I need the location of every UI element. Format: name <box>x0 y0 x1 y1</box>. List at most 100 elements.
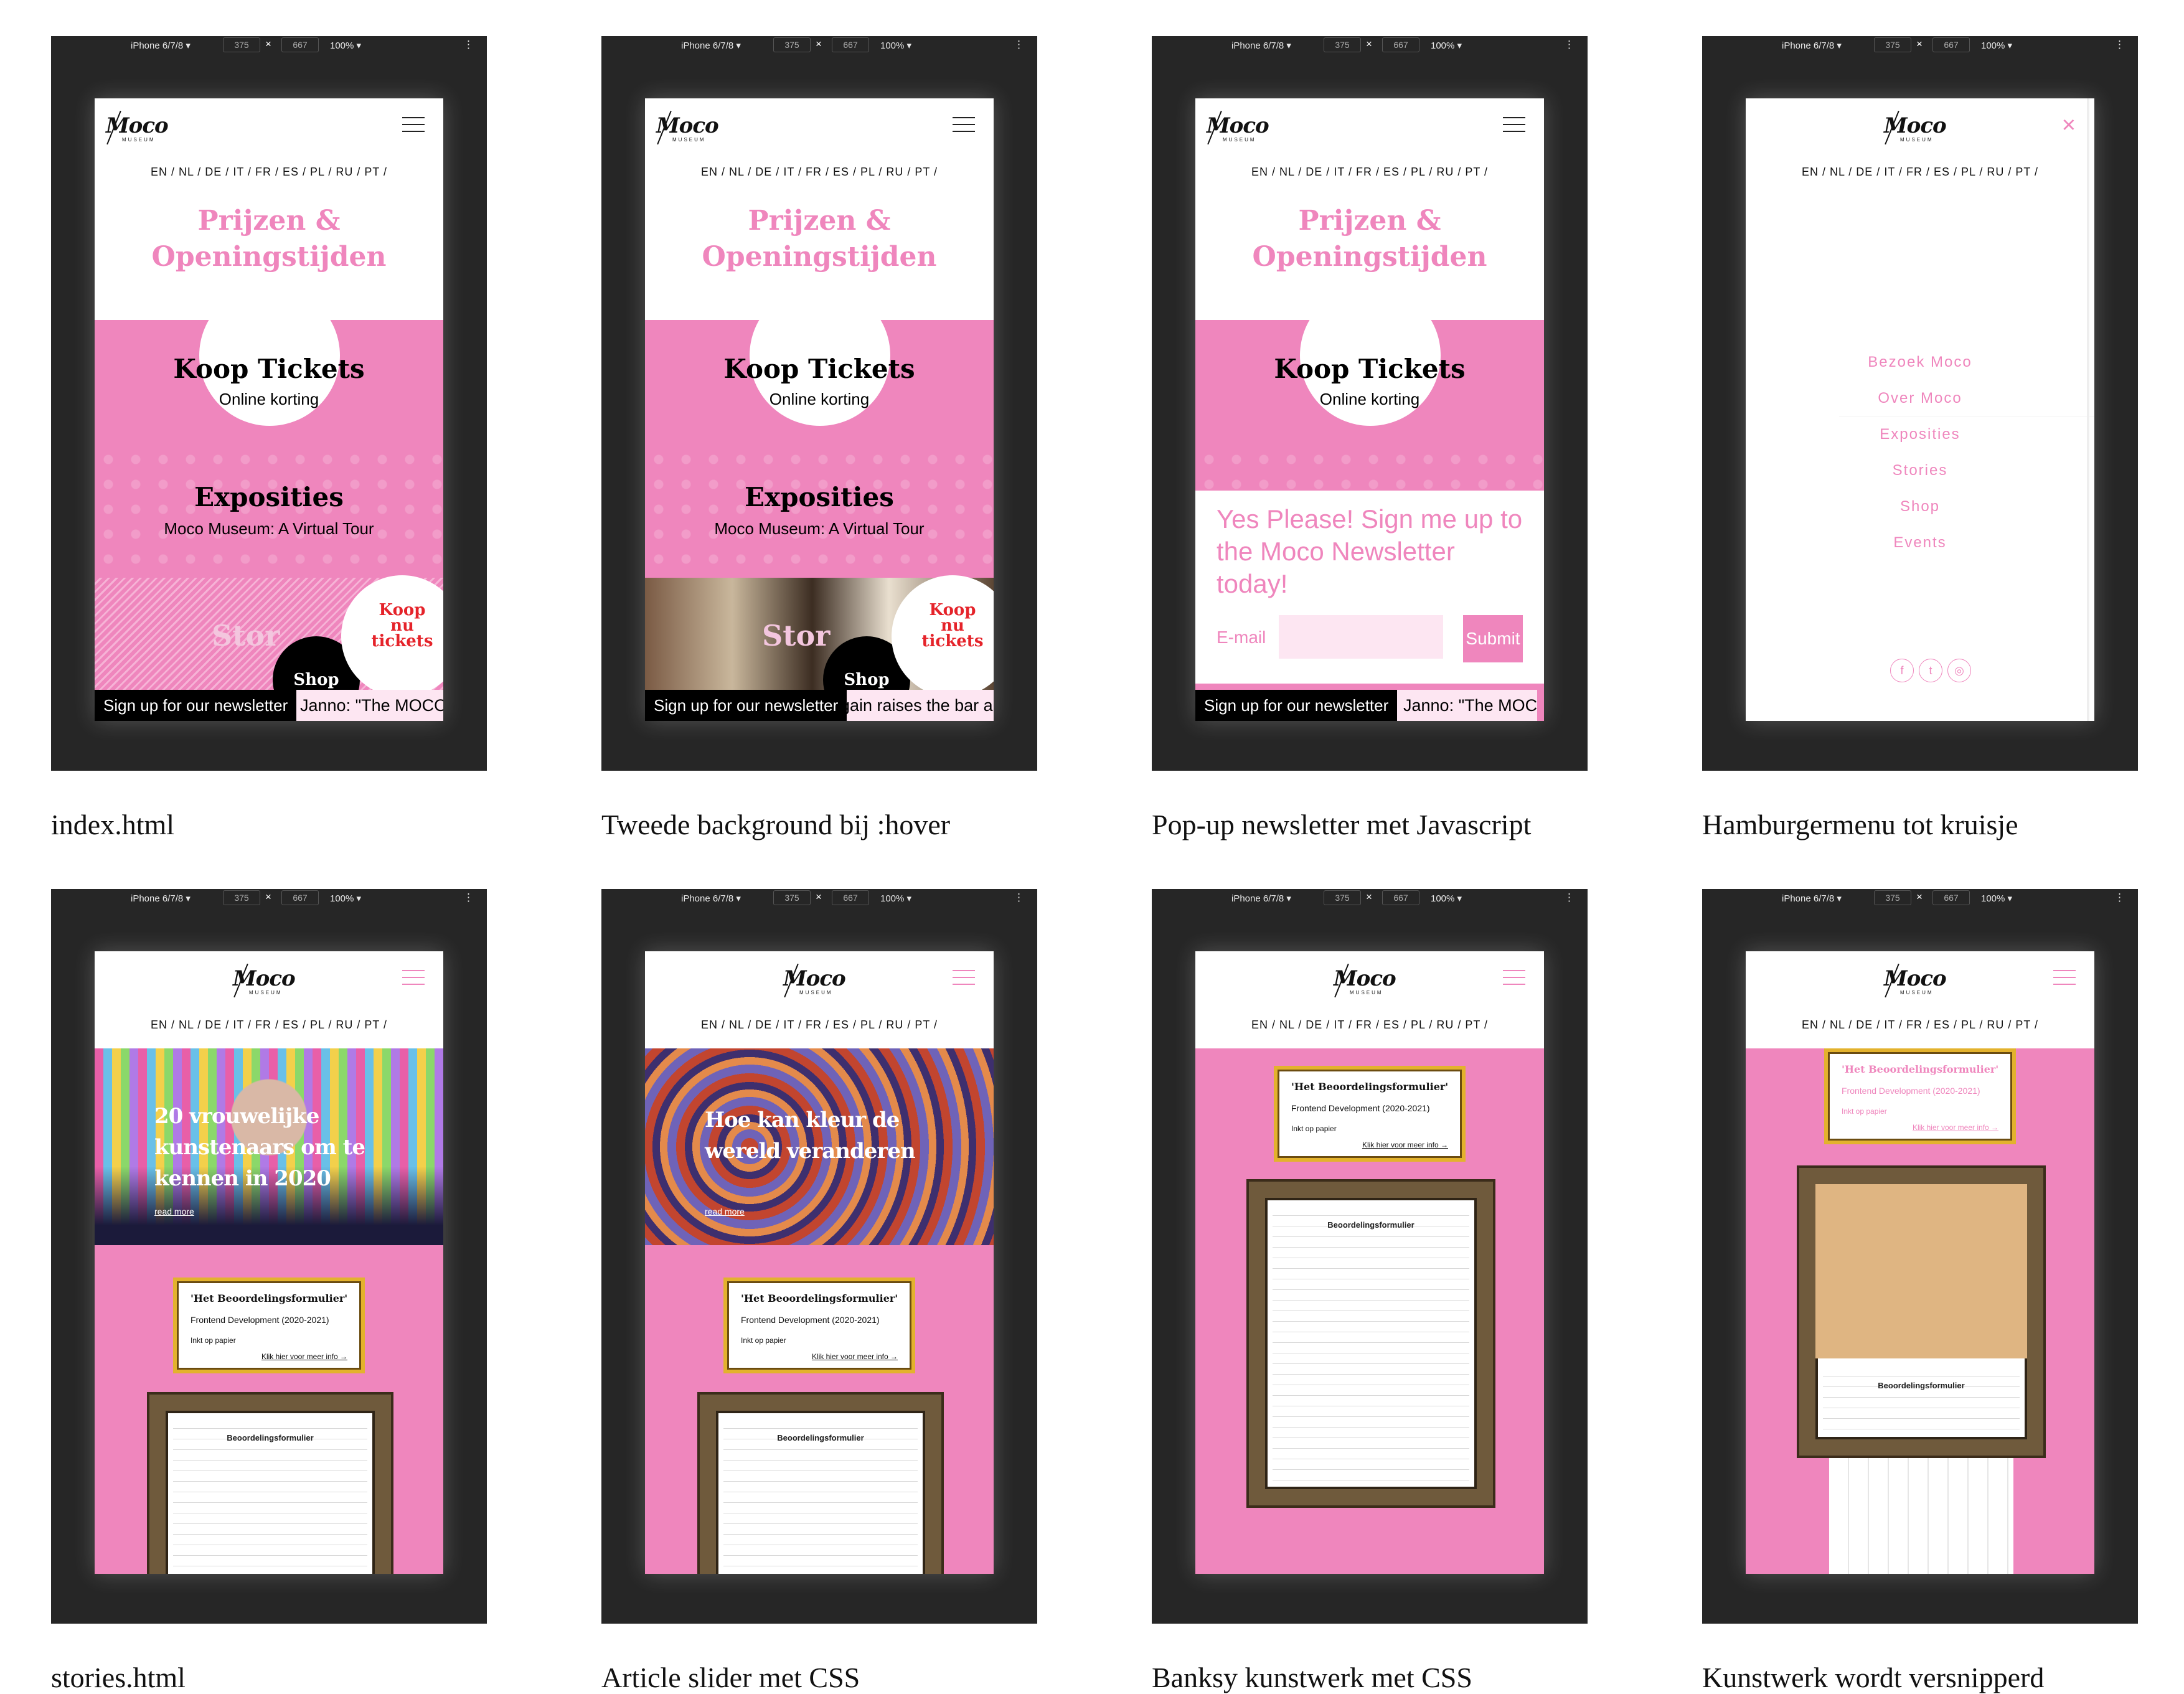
stories-title[interactable]: Stor <box>762 619 830 652</box>
hamburger-icon[interactable] <box>953 970 975 986</box>
height-input[interactable]: 667 <box>1932 37 1970 52</box>
card-title: 'Het Beoordelingsformulier' <box>191 1292 348 1304</box>
exposities-title[interactable]: Exposities <box>95 482 443 512</box>
submit-button[interactable]: Submit <box>1463 615 1523 662</box>
height-input[interactable]: 667 <box>281 890 319 905</box>
language-switcher[interactable]: EN / NL / DE / IT / FR / ES / PL / RU / … <box>1195 1019 1544 1032</box>
width-input[interactable]: 375 <box>1874 37 1911 52</box>
newsletter-bar[interactable]: Sign up for our newsletter <box>1195 690 1398 721</box>
more-options-icon[interactable]: ⋮ <box>1014 39 1024 51</box>
more-info-link[interactable]: Klik hier voor meer info → <box>1913 1123 1998 1132</box>
width-input[interactable]: 375 <box>1874 890 1911 905</box>
hamburger-icon[interactable] <box>1503 117 1525 133</box>
more-options-icon[interactable]: ⋮ <box>2114 892 2125 904</box>
hamburger-icon[interactable] <box>953 117 975 133</box>
height-input[interactable]: 667 <box>832 890 869 905</box>
story-title[interactable]: Hoe kan kleur de wereld veranderen <box>705 1104 966 1167</box>
read-more-link[interactable]: read more <box>154 1207 194 1216</box>
facebook-icon[interactable]: f <box>1890 659 1914 682</box>
zoom-select[interactable]: 100% ▾ <box>1981 40 2012 51</box>
koop-tickets-title[interactable]: Koop Tickets <box>95 354 443 384</box>
language-switcher[interactable]: EN / NL / DE / IT / FR / ES / PL / RU / … <box>95 166 443 179</box>
koop-tickets-title[interactable]: Koop Tickets <box>645 354 994 384</box>
menu-item-events[interactable]: Events <box>1746 534 2094 552</box>
more-info-link[interactable]: Klik hier voor meer info → <box>812 1352 898 1361</box>
device-select[interactable]: iPhone 6/7/8 ▾ <box>681 893 741 904</box>
device-select[interactable]: iPhone 6/7/8 ▾ <box>131 893 191 904</box>
menu-item-stories[interactable]: Stories <box>1746 462 2094 479</box>
width-input[interactable]: 375 <box>223 37 260 52</box>
more-options-icon[interactable]: ⋮ <box>1564 39 1574 51</box>
device-select[interactable]: iPhone 6/7/8 ▾ <box>1231 40 1291 51</box>
zoom-select[interactable]: 100% ▾ <box>1431 40 1462 51</box>
height-input[interactable]: 667 <box>1382 37 1419 52</box>
zoom-select[interactable]: 100% ▾ <box>1981 893 2012 904</box>
more-options-icon[interactable]: ⋮ <box>2114 39 2125 51</box>
caption: Hamburgermenu tot kruisje <box>1702 809 2018 840</box>
language-switcher[interactable]: EN / NL / DE / IT / FR / ES / PL / RU / … <box>1195 166 1544 179</box>
more-options-icon[interactable]: ⋮ <box>1014 892 1024 904</box>
moco-logo[interactable]: Moco MUSEUM <box>656 110 719 145</box>
page-title: Prijzen & Openingstijden <box>1252 205 1487 273</box>
stories-title[interactable]: Stor <box>212 619 280 652</box>
width-input[interactable]: 375 <box>773 37 811 52</box>
close-icon[interactable]: × <box>2062 113 2076 137</box>
height-input[interactable]: 667 <box>1382 890 1419 905</box>
width-input[interactable]: 375 <box>1324 37 1361 52</box>
language-switcher[interactable]: EN / NL / DE / IT / FR / ES / PL / RU / … <box>95 1019 443 1032</box>
height-input[interactable]: 667 <box>1932 890 1970 905</box>
newsletter-bar[interactable]: Sign up for our newsletter <box>95 690 297 721</box>
menu-item-over[interactable]: Over Moco <box>1746 390 2094 407</box>
width-input[interactable]: 375 <box>773 890 811 905</box>
moco-logo[interactable]: Moco MUSEUM <box>106 110 169 145</box>
more-options-icon[interactable]: ⋮ <box>1564 892 1574 904</box>
moco-logo[interactable]: Moco MUSEUM <box>1207 110 1269 145</box>
zoom-select[interactable]: 100% ▾ <box>880 893 911 904</box>
height-input[interactable]: 667 <box>281 37 319 52</box>
twitter-icon[interactable]: t <box>1919 659 1942 682</box>
hamburger-icon[interactable] <box>402 970 425 986</box>
moco-logo[interactable]: Moco MUSEUM <box>1884 963 1947 998</box>
more-info-link[interactable]: Klik hier voor meer info → <box>1362 1141 1448 1149</box>
moco-logo[interactable]: Moco MUSEUM <box>1334 963 1396 998</box>
bubbles-pattern <box>645 447 994 578</box>
language-switcher[interactable]: EN / NL / DE / IT / FR / ES / PL / RU / … <box>1746 166 2094 179</box>
more-options-icon[interactable]: ⋮ <box>463 892 474 904</box>
language-switcher[interactable]: EN / NL / DE / IT / FR / ES / PL / RU / … <box>1746 1019 2094 1032</box>
scrollbar[interactable] <box>2087 98 2089 721</box>
menu-item-shop[interactable]: Shop <box>1746 498 2094 515</box>
device-select[interactable]: iPhone 6/7/8 ▾ <box>681 40 741 51</box>
menu-item-exposities[interactable]: Exposities <box>1746 426 2094 443</box>
width-input[interactable]: 375 <box>223 890 260 905</box>
language-switcher[interactable]: EN / NL / DE / IT / FR / ES / PL / RU / … <box>645 1019 994 1032</box>
hamburger-icon[interactable] <box>402 117 425 133</box>
exposities-title[interactable]: Exposities <box>645 482 994 512</box>
height-input[interactable]: 667 <box>832 37 869 52</box>
moco-logo[interactable]: Moco MUSEUM <box>1884 110 1947 145</box>
device-select[interactable]: iPhone 6/7/8 ▾ <box>131 40 191 51</box>
koop-tickets-title[interactable]: Koop Tickets <box>1195 354 1544 384</box>
email-input[interactable] <box>1279 615 1443 659</box>
read-more-link[interactable]: read more <box>705 1207 745 1216</box>
device-select[interactable]: iPhone 6/7/8 ▾ <box>1782 893 1842 904</box>
zoom-select[interactable]: 100% ▾ <box>330 40 361 51</box>
moco-logo[interactable]: Moco MUSEUM <box>783 963 846 998</box>
language-switcher[interactable]: EN / NL / DE / IT / FR / ES / PL / RU / … <box>645 166 994 179</box>
device-select[interactable]: iPhone 6/7/8 ▾ <box>1782 40 1842 51</box>
menu-item-bezoek[interactable]: Bezoek Moco <box>1746 354 2094 371</box>
newsletter-bar[interactable]: Sign up for our newsletter <box>645 690 847 721</box>
device-select[interactable]: iPhone 6/7/8 ▾ <box>1231 893 1291 904</box>
news-ticker: Janno: "The MOC <box>1395 690 1538 721</box>
instagram-icon[interactable]: ◎ <box>1947 659 1971 682</box>
story-title[interactable]: 20 vrouwelijke kunstenaars om te kennen … <box>154 1101 391 1194</box>
zoom-select[interactable]: 100% ▾ <box>1431 893 1462 904</box>
more-options-icon[interactable]: ⋮ <box>463 39 474 51</box>
hamburger-icon[interactable] <box>2053 970 2076 986</box>
phone-screen: Moco MUSEUM EN / NL / DE / IT / FR / ES /… <box>1746 951 2094 1574</box>
more-info-link[interactable]: Klik hier voor meer info → <box>261 1352 347 1361</box>
moco-logo[interactable]: Moco MUSEUM <box>233 963 296 998</box>
zoom-select[interactable]: 100% ▾ <box>880 40 911 51</box>
zoom-select[interactable]: 100% ▾ <box>330 893 361 904</box>
width-input[interactable]: 375 <box>1324 890 1361 905</box>
hamburger-icon[interactable] <box>1503 970 1525 986</box>
